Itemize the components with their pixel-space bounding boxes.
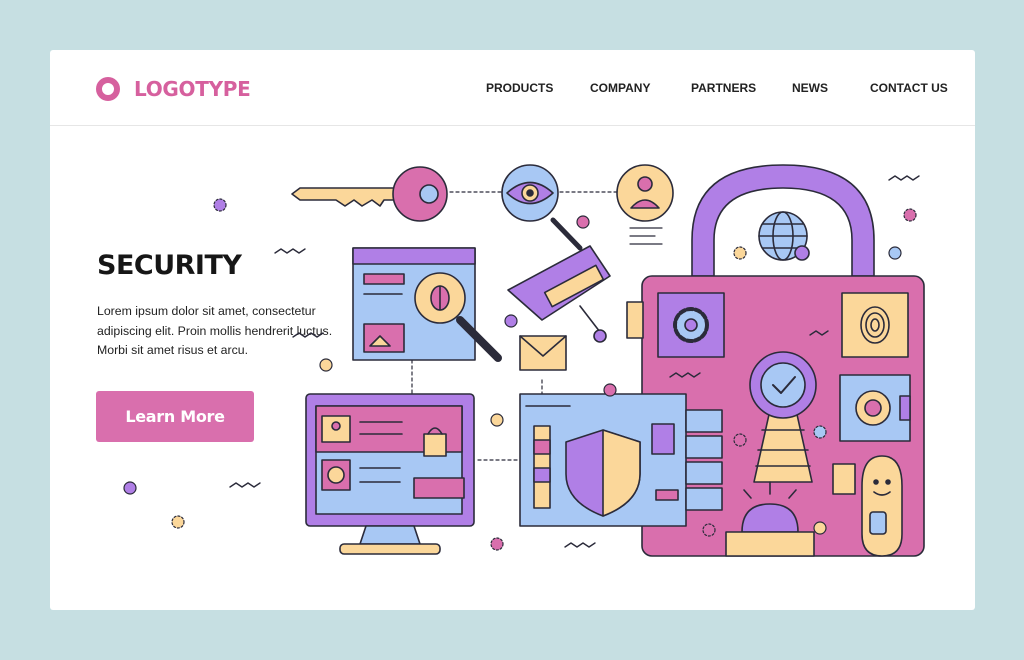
user-icon xyxy=(616,164,674,245)
security-illustration xyxy=(123,164,925,557)
key-icon xyxy=(291,166,448,222)
desktop-monitor-icon xyxy=(305,393,475,555)
eye-icon xyxy=(501,164,559,222)
gear-icon xyxy=(657,292,725,358)
mail-icon xyxy=(519,335,567,371)
landing-card: LOGOTYPE PRODUCTS COMPANY PARTNERS NEWS … xyxy=(50,50,975,610)
shield-icon xyxy=(519,393,687,527)
security-camera-icon xyxy=(507,217,644,343)
safe-icon xyxy=(839,374,911,442)
fingerprint-icon xyxy=(841,292,909,358)
globe-icon xyxy=(758,211,810,261)
